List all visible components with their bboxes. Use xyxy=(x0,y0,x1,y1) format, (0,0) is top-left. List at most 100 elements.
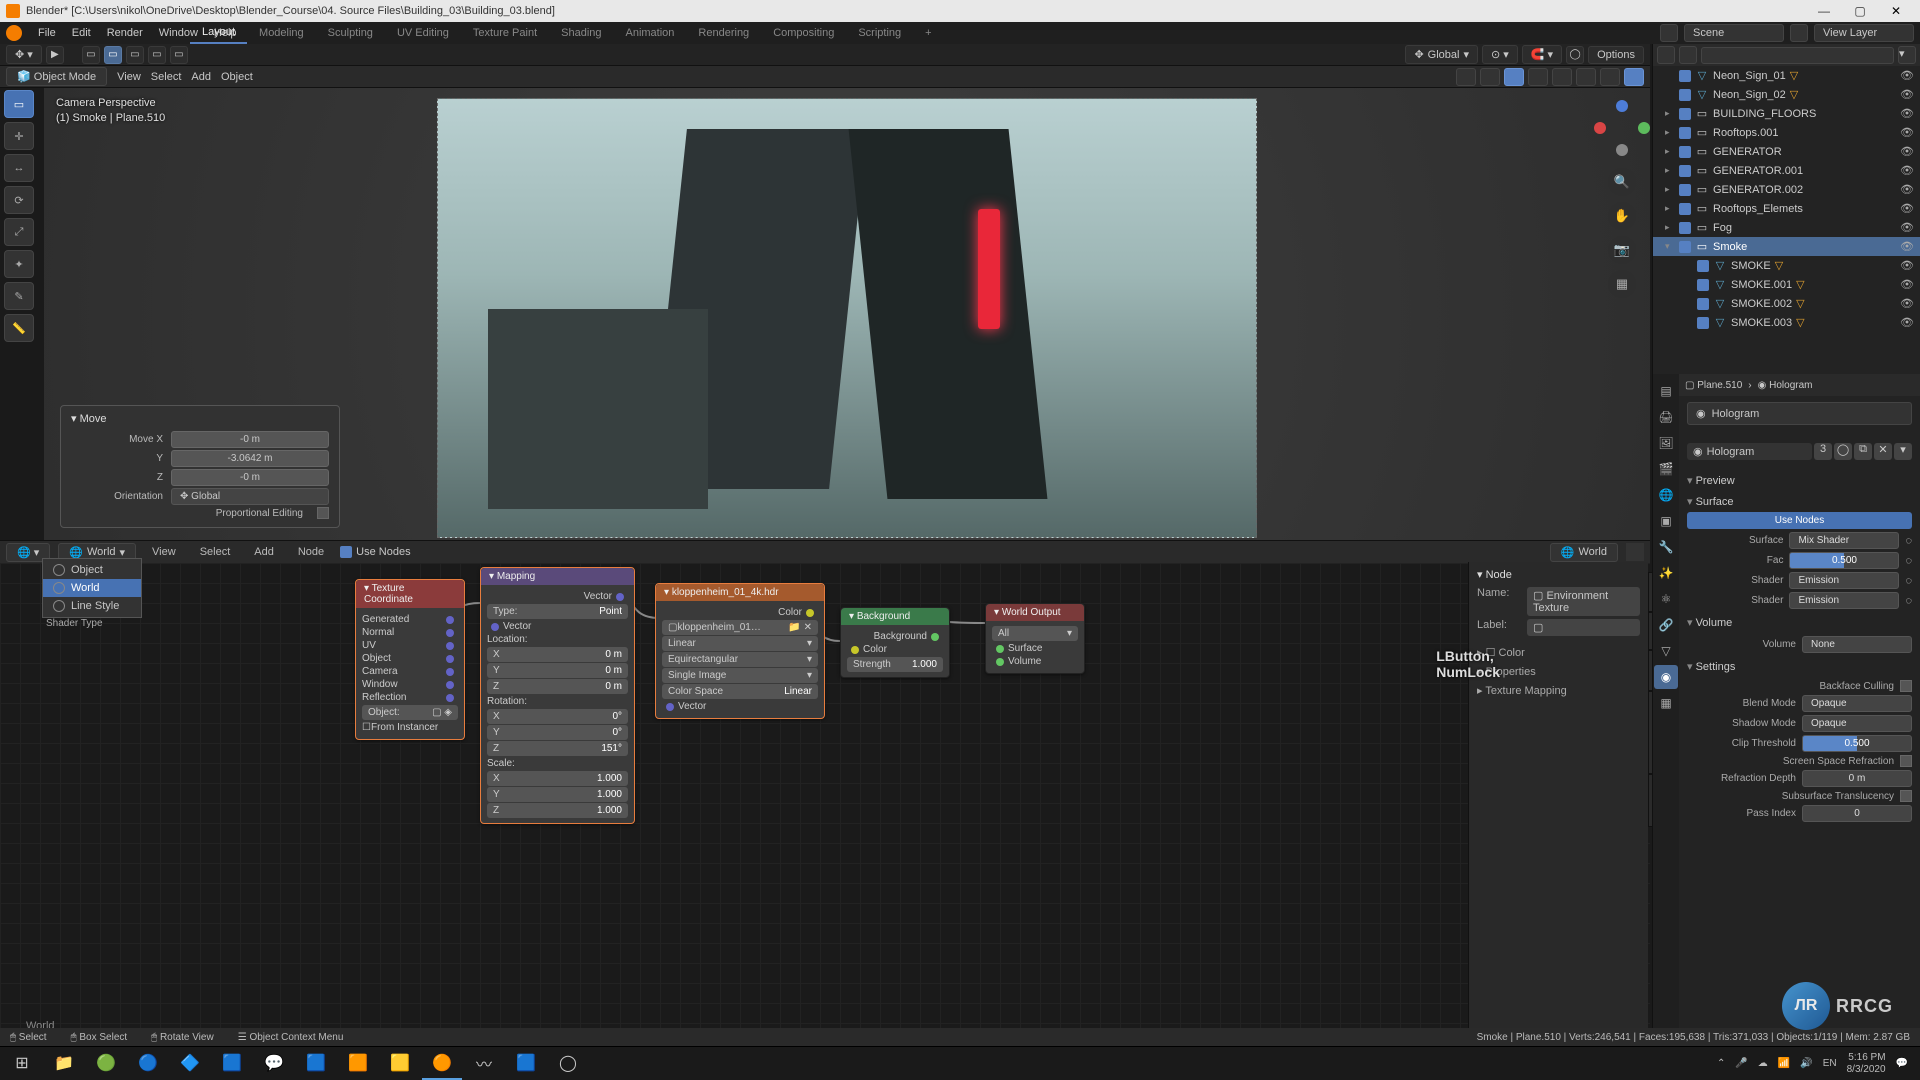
node-label-input[interactable]: ▢ xyxy=(1527,619,1640,636)
mode-selector[interactable]: 🧊 Object Mode xyxy=(6,67,107,86)
camera-gizmo[interactable]: 📷 xyxy=(1608,236,1636,264)
ptab-output[interactable]: 🖨 xyxy=(1654,405,1678,429)
tray-cloud-icon[interactable]: ☁ xyxy=(1758,1058,1768,1069)
ctx-object[interactable]: Object xyxy=(43,561,141,579)
ptab-scene[interactable]: 🎬 xyxy=(1654,457,1678,481)
ctx-world[interactable]: World xyxy=(43,579,141,597)
select-subtract[interactable]: ▭ xyxy=(126,46,144,64)
viewlayer-selector[interactable]: View Layer xyxy=(1814,24,1914,42)
ned-view-menu[interactable]: View xyxy=(144,542,184,562)
eye-icon[interactable]: 👁 xyxy=(1900,183,1914,196)
ptab-viewlayer[interactable]: 🖼 xyxy=(1654,431,1678,455)
tool-measure[interactable]: 📏 xyxy=(4,314,34,342)
outliner-visibility-checkbox[interactable] xyxy=(1679,108,1691,120)
volume-section[interactable]: Volume xyxy=(1687,612,1912,633)
outliner-visibility-checkbox[interactable] xyxy=(1679,127,1691,139)
mat-menu-icon[interactable]: ▾ xyxy=(1894,443,1912,460)
scene-selector[interactable]: Scene xyxy=(1684,24,1784,42)
settings-section[interactable]: Settings xyxy=(1687,656,1912,677)
taskbar-app4-icon[interactable]: 🟨 xyxy=(380,1048,420,1080)
node-environment-texture[interactable]: ▾ kloppenheim_01_4k.hdr Color ▢ kloppenh… xyxy=(655,583,825,719)
mat-copy-icon[interactable]: ⧉ xyxy=(1854,443,1872,460)
outliner-row[interactable]: ▸▭Fog👁 xyxy=(1653,218,1920,237)
tab-modeling[interactable]: Modeling xyxy=(247,23,316,43)
taskbar-blender-icon[interactable]: 🟠 xyxy=(422,1048,462,1080)
mat-unlink-icon[interactable]: ✕ xyxy=(1874,443,1892,460)
ptab-particles[interactable]: ✨ xyxy=(1654,561,1678,585)
eye-icon[interactable]: 👁 xyxy=(1900,240,1914,253)
window-maximize-button[interactable]: ▢ xyxy=(1842,0,1878,22)
taskbar-app-icon[interactable]: 🔷 xyxy=(170,1048,210,1080)
fac-slider[interactable]: 0.500 xyxy=(1789,552,1899,569)
tab-texturepaint[interactable]: Texture Paint xyxy=(461,23,549,43)
outliner-row[interactable]: ▸▭Rooftops_Elemets👁 xyxy=(1653,199,1920,218)
tab-animation[interactable]: Animation xyxy=(614,23,687,43)
orbit-gizmo[interactable] xyxy=(1594,100,1650,156)
taskbar-app6-icon[interactable]: ◯ xyxy=(548,1048,588,1080)
select-extend[interactable]: ▭ xyxy=(104,46,122,64)
move-x-input[interactable]: -0 m xyxy=(171,431,329,448)
tab-sculpting[interactable]: Sculpting xyxy=(316,23,385,43)
outliner-row[interactable]: ▸▭GENERATOR.001👁 xyxy=(1653,161,1920,180)
ptab-texture[interactable]: ▦ xyxy=(1654,691,1678,715)
eye-icon[interactable]: 👁 xyxy=(1900,88,1914,101)
outliner-visibility-checkbox[interactable] xyxy=(1697,260,1709,272)
move-orientation-dropdown[interactable]: ✥ Global xyxy=(171,488,329,505)
taskbar-photoshop-icon[interactable]: 🟦 xyxy=(212,1048,252,1080)
outliner-row[interactable]: ▸▭GENERATOR.002👁 xyxy=(1653,180,1920,199)
outliner-visibility-checkbox[interactable] xyxy=(1679,241,1691,253)
eye-icon[interactable]: 👁 xyxy=(1900,126,1914,139)
node-texture-coordinate[interactable]: ▾ Texture Coordinate Generated Normal UV… xyxy=(355,579,465,740)
select-invert[interactable]: ▭ xyxy=(148,46,166,64)
outliner-row[interactable]: ▽SMOKE▽👁 xyxy=(1653,256,1920,275)
pan-gizmo[interactable]: ✋ xyxy=(1608,202,1636,230)
cursor-tool-dropdown[interactable]: ✥ ▾ xyxy=(6,45,42,64)
taskbar-app3-icon[interactable]: 🟧 xyxy=(338,1048,378,1080)
ptab-world[interactable]: 🌐 xyxy=(1654,483,1678,507)
shadow-mode-dropdown[interactable]: Opaque xyxy=(1802,715,1912,732)
add-menu[interactable]: Add xyxy=(191,71,211,83)
ptab-constraints[interactable]: 🔗 xyxy=(1654,613,1678,637)
eye-icon[interactable]: 👁 xyxy=(1900,278,1914,291)
tray-notifications-icon[interactable]: 💬 xyxy=(1896,1058,1908,1069)
shader1-dropdown[interactable]: Emission xyxy=(1789,572,1899,589)
tray-lang-icon[interactable]: EN xyxy=(1823,1058,1837,1069)
taskbar-chrome-icon[interactable]: 🟢 xyxy=(86,1048,126,1080)
outliner-type-icon[interactable] xyxy=(1657,46,1675,64)
visibility-toggle-icon[interactable] xyxy=(1456,68,1476,86)
outliner-row[interactable]: ▸▭BUILDING_FLOORS👁 xyxy=(1653,104,1920,123)
tray-clock[interactable]: 5:16 PM 8/3/2020 xyxy=(1847,1052,1886,1076)
volume-dropdown[interactable]: None xyxy=(1802,636,1912,653)
gizmo-toggle-icon[interactable] xyxy=(1480,68,1500,86)
select-new[interactable]: ▭ xyxy=(82,46,100,64)
world-selector[interactable]: 🌐 World xyxy=(1550,543,1618,562)
outliner-row[interactable]: ▽SMOKE.003▽👁 xyxy=(1653,313,1920,332)
surface-section[interactable]: Surface xyxy=(1687,491,1912,512)
material-slot[interactable]: ◉Hologram xyxy=(1687,402,1912,425)
ptab-render[interactable]: ▤ xyxy=(1654,379,1678,403)
zoom-gizmo[interactable]: 🔍 xyxy=(1608,168,1636,196)
outliner-row[interactable]: ▽SMOKE.001▽👁 xyxy=(1653,275,1920,294)
ned-node-menu[interactable]: Node xyxy=(290,542,332,562)
outliner-visibility-checkbox[interactable] xyxy=(1679,203,1691,215)
tool-cursor[interactable]: ✛ xyxy=(4,122,34,150)
outliner-search[interactable] xyxy=(1701,47,1894,64)
window-close-button[interactable]: ✕ xyxy=(1878,0,1914,22)
node-mapping[interactable]: ▾ Mapping Vector Type:Point Vector Locat… xyxy=(480,567,635,824)
proportional-edit[interactable]: ◯ xyxy=(1566,46,1584,64)
move-y-input[interactable]: -3.0642 m xyxy=(171,450,329,467)
object-menu[interactable]: Object xyxy=(221,71,253,83)
eye-icon[interactable]: 👁 xyxy=(1900,107,1914,120)
outliner-visibility-checkbox[interactable] xyxy=(1679,184,1691,196)
select-menu[interactable]: Select xyxy=(151,71,182,83)
move-z-input[interactable]: -0 m xyxy=(171,469,329,486)
wireframe-icon[interactable] xyxy=(1552,68,1572,86)
tool-select-box[interactable]: ▭ xyxy=(4,90,34,118)
tool-annotate[interactable]: ✎ xyxy=(4,282,34,310)
ptab-physics[interactable]: ⚛ xyxy=(1654,587,1678,611)
transform-orientation[interactable]: ✥ Global ▾ xyxy=(1405,45,1478,64)
shading-options-icon[interactable] xyxy=(1624,68,1644,86)
tray-wifi-icon[interactable]: 📶 xyxy=(1778,1058,1790,1069)
tray-mic-icon[interactable]: 🎤 xyxy=(1735,1058,1747,1069)
taskbar-skype-icon[interactable]: 💬 xyxy=(254,1048,294,1080)
